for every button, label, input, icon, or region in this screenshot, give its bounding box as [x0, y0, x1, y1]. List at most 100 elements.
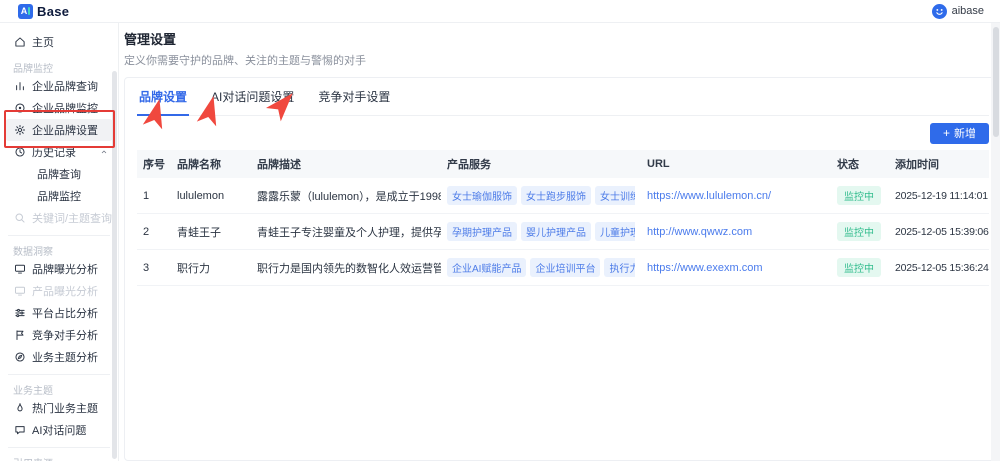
screen-icon [13, 263, 26, 276]
monitor-icon [13, 102, 26, 115]
cell-index: 3 [137, 249, 171, 286]
brand-url-link[interactable]: https://www.lululemon.cn/ [647, 190, 771, 202]
sidebar-section-citation-source-section: 引用来源 [0, 454, 118, 461]
service-tags: 企业AI赋能产品企业培训平台执行力管理系统... [447, 258, 635, 277]
service-tag: 女士瑜伽服饰 [447, 186, 517, 205]
sidebar-item-brand-query[interactable]: 企业品牌查询 [0, 75, 118, 97]
settings-card: 品牌设置 AI对话问题设置 竞争对手设置 + 新增 序号 品牌名称 品牌描述 产品服务 UR… [124, 77, 1000, 461]
service-tag: 女士跑步服饰 [521, 186, 591, 205]
sidebar-label: 企业品牌设置 [32, 125, 98, 137]
page-scrollbar-track[interactable] [991, 23, 1000, 461]
page-subtitle: 定义你需要守护的品牌、关注的主题与警惕的对手 [124, 55, 366, 67]
service-tag: 女士训练服饰 [595, 186, 635, 205]
chevron-up-icon[interactable] [100, 148, 108, 156]
sidebar-label: 历史记录 [32, 147, 76, 159]
add-button-label: 新增 [954, 128, 976, 140]
sidebar-label: 业务主题 [13, 385, 53, 397]
sidebar-item-hot-business-topic[interactable]: 热门业务主题 [0, 397, 118, 419]
user-avatar-icon [931, 3, 947, 19]
app-logo[interactable]: A Base [18, 3, 70, 19]
cell-brand-description: 职行力是国内领先的数智化人效运营管理赋能平台... [251, 249, 441, 286]
sidebar-item-platform-ratio-analysis[interactable]: 平台占比分析 [0, 302, 118, 324]
service-tag: 执行力管理系统 [604, 258, 635, 277]
tabs-row: 品牌设置 AI对话问题设置 竞争对手设置 [137, 78, 989, 116]
tab-品牌设置[interactable]: 品牌设置 [137, 86, 190, 116]
cell-status: 监控中 [831, 249, 889, 286]
sidebar-label: 企业品牌查询 [32, 81, 98, 93]
service-tag: 企业培训平台 [530, 258, 601, 277]
sidebar-scrollbar[interactable] [112, 71, 117, 459]
sidebar-label: 品牌曝光分析 [32, 264, 98, 276]
sidebar-item-history[interactable]: 历史记录 [0, 141, 118, 163]
cell-url: https://www.exexm.com [641, 249, 831, 286]
service-tags: 女士瑜伽服饰女士跑步服饰女士训练服饰... [447, 186, 635, 205]
status-badge: 监控中 [837, 186, 881, 205]
service-tags: 孕期护理产品婴儿护理产品儿童护理产品... [447, 222, 635, 241]
cell-brand-description: 露露乐蒙（lululemon），是成立于1998年的加拿... [251, 178, 441, 214]
cell-services: 孕期护理产品婴儿护理产品儿童护理产品... [441, 213, 641, 250]
table-row: 1lululemon露露乐蒙（lululemon），是成立于1998年的加拿..… [137, 178, 989, 214]
tab-AI对话问题设置[interactable]: AI对话问题设置 [209, 86, 296, 115]
tab-竞争对手设置[interactable]: 竞争对手设置 [316, 86, 392, 115]
sidebar-label: 品牌监控 [37, 191, 81, 203]
sidebar-item-business-topic-analysis[interactable]: 业务主题分析 [0, 346, 118, 368]
cell-services: 企业AI赋能产品企业培训平台执行力管理系统... [441, 249, 641, 286]
sidebar-label: 平台占比分析 [32, 308, 98, 320]
chat-icon [13, 424, 26, 437]
sidebar-label: 竞争对手分析 [32, 330, 98, 342]
brands-table: 序号 品牌名称 品牌描述 产品服务 URL 状态 添加时间 1 lululemon 露露乐蒙（l… [137, 150, 989, 286]
cell-brand-name: 职行力 [171, 249, 251, 286]
sidebar-label: 品牌查询 [37, 169, 81, 181]
top-header: A Base aibase [0, 0, 1000, 23]
sidebar-item-ai-chat-questions[interactable]: AI对话问题 [0, 419, 118, 441]
sidebar-item-brand-settings[interactable]: 企业品牌设置 [5, 119, 113, 141]
page-title: 管理设置 [124, 32, 177, 47]
user-name: aibase [951, 5, 984, 17]
table-row: 2青蛙王子青蛙王子专注婴童及个人护理，提供孕期、婴儿、... 孕期护理产品婴儿护理… [137, 213, 989, 250]
home-icon [13, 36, 26, 49]
service-tag: 儿童护理产品 [595, 222, 635, 241]
table-toolbar: + 新增 [137, 116, 989, 150]
column-header: 序号 [137, 150, 171, 178]
plus-icon: + [942, 126, 950, 140]
page-scrollbar-thumb[interactable] [993, 27, 999, 137]
sidebar-item-product-exposure-analysis[interactable]: 产品曝光分析 [0, 280, 118, 302]
cell-brand-description: 青蛙王子专注婴童及个人护理，提供孕期、婴儿、... [251, 213, 441, 250]
brand-url-link[interactable]: http://www.qwwz.com [647, 226, 752, 238]
sidebar-item-history-brand-monitor[interactable]: 品牌监控 [0, 185, 118, 207]
sidebar-label: 引用来源 [13, 455, 53, 461]
service-tag: 企业AI赋能产品 [447, 258, 527, 277]
sidebar-label: AI对话问题 [32, 425, 87, 437]
sidebar-section-business-topic-section: 业务主题 [0, 381, 118, 397]
sidebar-item-competitor-analysis[interactable]: 竞争对手分析 [0, 324, 118, 346]
service-tag: 婴儿护理产品 [521, 222, 591, 241]
sidebar-item-brand-monitor[interactable]: 企业品牌监控 [0, 97, 118, 119]
sidebar-label: 数据洞察 [13, 246, 53, 258]
sidebar-item-home[interactable]: 主页 [0, 31, 118, 53]
sidebar-item-keyword-topic-query[interactable]: 关键词/主题查询 [0, 207, 118, 229]
user-menu[interactable]: aibase [931, 3, 984, 19]
sidebar-divider [8, 374, 110, 375]
search-icon [13, 212, 26, 225]
logo-text: Base [37, 3, 70, 19]
cell-index: 1 [137, 178, 171, 214]
main-content: 管理设置 定义你需要守护的品牌、关注的主题与警惕的对手 品牌设置 AI对话问题设置… [119, 23, 1000, 461]
column-header: URL [641, 150, 831, 178]
column-header: 产品服务 [441, 150, 641, 178]
cell-index: 2 [137, 213, 171, 250]
clock-icon [13, 146, 26, 159]
sliders-icon [13, 307, 26, 320]
status-badge: 监控中 [837, 222, 881, 241]
add-button[interactable]: + 新增 [929, 122, 989, 144]
sidebar-item-history-brand-query[interactable]: 品牌查询 [0, 163, 118, 185]
cell-status: 监控中 [831, 178, 889, 214]
cell-url: https://www.lululemon.cn/ [641, 178, 831, 214]
cell-added-time: 2025-12-19 11:14:01 [889, 178, 989, 214]
sidebar-item-brand-exposure-analysis[interactable]: 品牌曝光分析 [0, 258, 118, 280]
status-badge: 监控中 [837, 258, 881, 277]
brand-url-link[interactable]: https://www.exexm.com [647, 262, 763, 274]
cell-url: http://www.qwwz.com [641, 213, 831, 250]
service-tag: 孕期护理产品 [447, 222, 517, 241]
cell-added-time: 2025-12-05 15:39:06 [889, 213, 989, 250]
sidebar-label: 热门业务主题 [32, 403, 98, 415]
